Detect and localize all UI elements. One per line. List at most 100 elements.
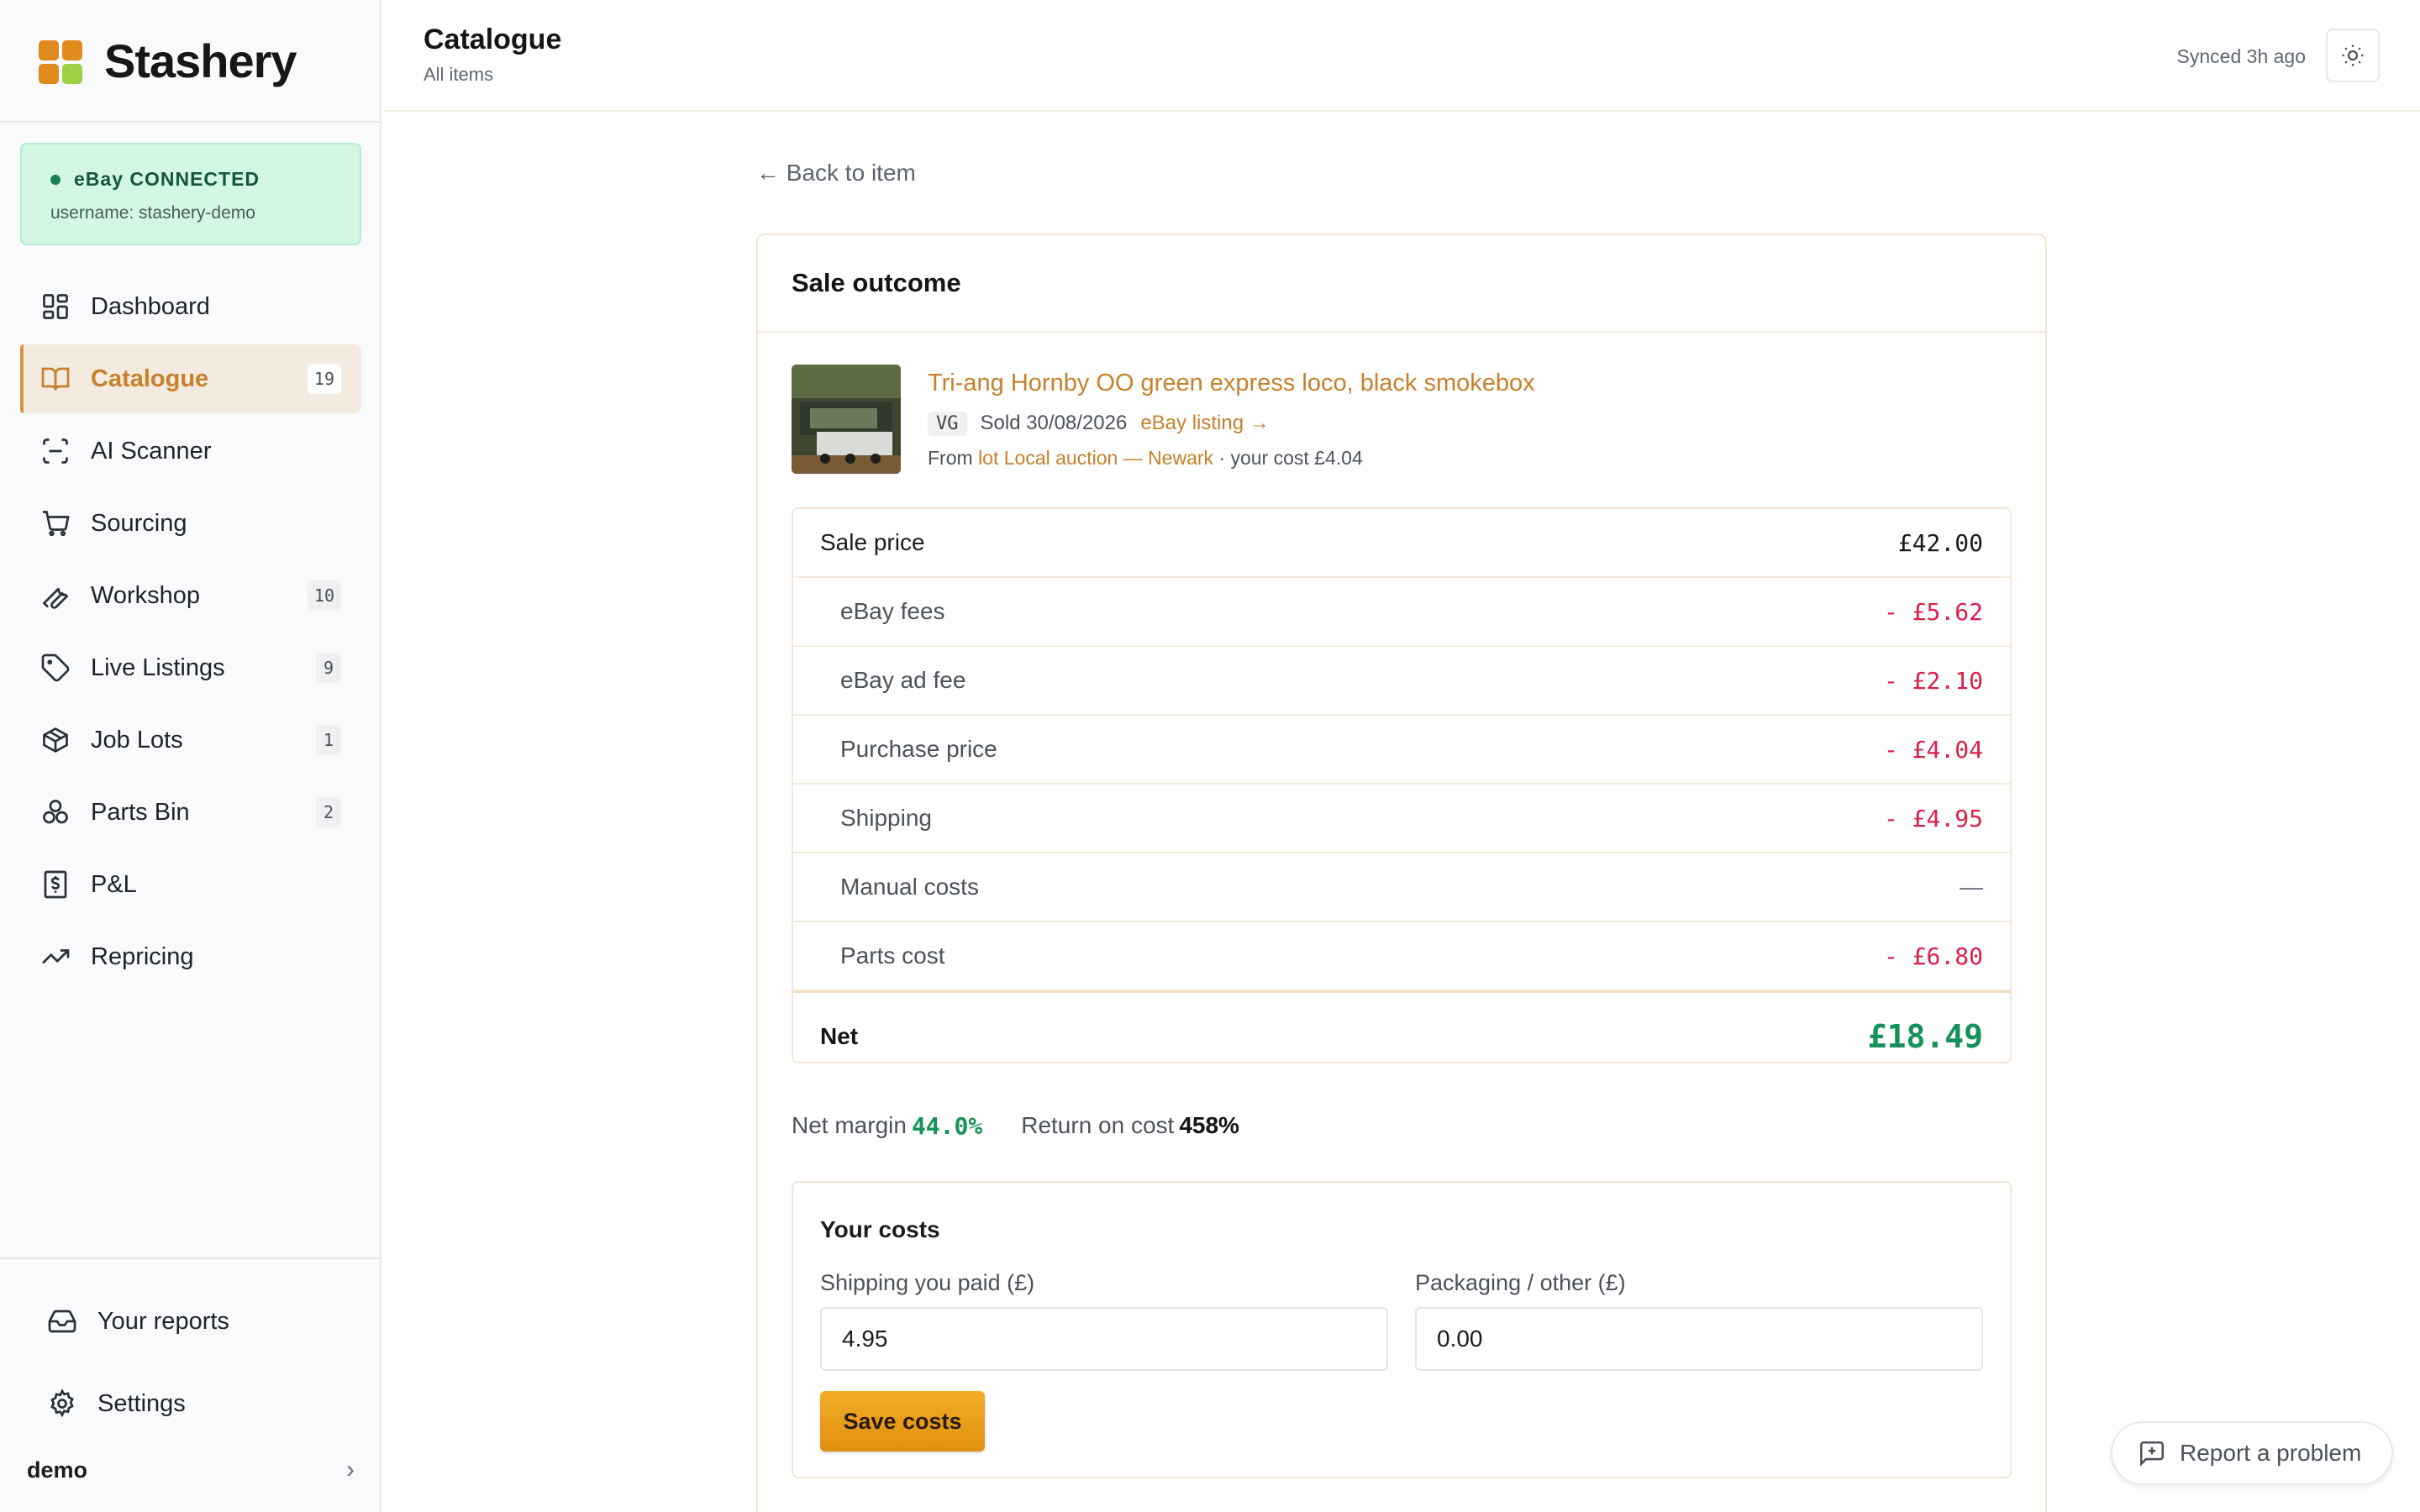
logo-icon	[34, 35, 84, 86]
count-badge: 19	[307, 364, 341, 394]
costs-title: Your costs	[820, 1216, 940, 1242]
user-menu[interactable]: demo ›	[27, 1453, 355, 1487]
net-margin-value: 44.0%	[911, 1112, 983, 1140]
ledger-row-purchase-price: Purchase price - £4.04	[793, 716, 2010, 785]
sidebar-item-repricing[interactable]: Repricing	[20, 922, 361, 991]
card-title: Sale outcome	[758, 235, 2045, 333]
item-meta: VG Sold 30/08/2026 eBay listing →	[928, 408, 1270, 438]
ledger-table: Sale price £42.00 eBay fees - £5.62 eBay…	[792, 507, 2012, 1063]
report-problem-button[interactable]: Report a problem	[2111, 1421, 2393, 1485]
ledger-row-net: Net £18.49	[793, 991, 2010, 1062]
save-costs-button[interactable]: Save costs	[820, 1391, 985, 1452]
sidebar-item-workshop[interactable]: Workshop 10	[20, 561, 361, 630]
sidebar-item-label: P&L	[91, 870, 137, 898]
ledger-label: Shipping	[840, 805, 932, 831]
sidebar-item-label: Repricing	[91, 942, 194, 970]
ledger-row-parts-cost: Parts cost - £6.80	[793, 922, 2010, 991]
sold-date: Sold 30/08/2026	[980, 412, 1128, 434]
book-icon	[40, 364, 71, 394]
sidebar-item-sourcing[interactable]: Sourcing	[20, 489, 361, 558]
sidebar-item-catalogue[interactable]: Catalogue 19	[20, 344, 361, 413]
parts-icon	[40, 797, 71, 827]
item-title-link[interactable]: Tri-ang Hornby OO green express loco, bl…	[928, 370, 1535, 397]
ledger-row-ebay-ad-fee: eBay ad fee - £2.10	[793, 647, 2010, 716]
ebay-listing-link[interactable]: eBay listing →	[1140, 412, 1269, 435]
ebay-username: username: stashery-demo	[50, 203, 255, 223]
lot-link[interactable]: lot Local auction — Newark	[978, 447, 1213, 469]
item-thumbnail[interactable]	[792, 365, 901, 474]
net-value: £18.49	[1867, 1018, 1983, 1055]
sidebar-item-label: Sourcing	[91, 509, 187, 537]
ledger-value: - £4.95	[1883, 804, 1983, 832]
sun-icon	[2342, 45, 2364, 66]
sidebar-item-live-listings[interactable]: Live Listings 9	[20, 633, 361, 702]
sidebar-item-label: Dashboard	[91, 292, 210, 320]
return-on-cost-value: 458%	[1179, 1112, 1239, 1138]
ledger-value: - £6.80	[1883, 942, 1983, 970]
sidebar-item-label: Workshop	[91, 581, 201, 609]
net-label: Net	[820, 1023, 859, 1049]
packaging-label: Packaging / other (£)	[1415, 1270, 1626, 1295]
sale-outcome-card: Sale outcome Tri-ang Hornby OO green exp…	[756, 234, 2047, 1512]
sidebar-item-dashboard[interactable]: Dashboard	[20, 272, 361, 341]
return-on-cost-label: Return on cost	[1021, 1112, 1175, 1138]
dashboard-icon	[40, 291, 71, 322]
sidebar-item-job-lots[interactable]: Job Lots 1	[20, 706, 361, 774]
sidebar-item-label: Your reports	[97, 1307, 229, 1335]
item-source: From lot Local auction — Newark · your c…	[928, 447, 1363, 470]
shipping-label: Shipping you paid (£)	[820, 1270, 1035, 1295]
net-margin-label: Net margin	[792, 1112, 907, 1138]
ratios: Net margin 44.0% Return on cost 458%	[792, 1112, 1239, 1140]
top-bar: Catalogue All items Synced 3h ago	[383, 0, 2420, 112]
sidebar-item-ai-scanner[interactable]: AI Scanner	[20, 417, 361, 486]
ledger-label: eBay fees	[840, 598, 945, 624]
sidebar-nav: Dashboard Catalogue 19 AI Scanner Sourci…	[20, 272, 361, 995]
tag-icon	[40, 653, 71, 683]
sidebar-item-settings[interactable]: Settings	[20, 1368, 361, 1440]
your-costs-panel: Your costs Shipping you paid (£) Packagi…	[792, 1181, 2012, 1478]
ledger-label: eBay ad fee	[840, 667, 966, 693]
packaging-other-input[interactable]	[1415, 1307, 1983, 1371]
ledger-row-ebay-fees: eBay fees - £5.62	[793, 578, 2010, 647]
theme-toggle-button[interactable]	[2326, 29, 2380, 82]
ledger-row-manual-costs: Manual costs —	[793, 853, 2010, 922]
gear-icon	[47, 1389, 77, 1419]
app-name: Stashery	[104, 34, 297, 87]
sidebar-item-your-reports[interactable]: Your reports	[20, 1285, 361, 1357]
user-name: demo	[27, 1457, 88, 1483]
sidebar-item-pl[interactable]: P&L	[20, 850, 361, 919]
brand[interactable]: Stashery	[34, 30, 297, 91]
ebay-connection-card: eBay CONNECTED username: stashery-demo	[20, 143, 361, 245]
wrench-icon	[40, 580, 71, 611]
ledger-row-sale-price: Sale price £42.00	[793, 509, 2010, 578]
sidebar-item-label: Catalogue	[91, 365, 209, 392]
count-badge: 1	[316, 725, 341, 755]
item-summary: Tri-ang Hornby OO green express loco, bl…	[792, 365, 2010, 474]
report-icon	[2139, 1441, 2165, 1467]
ledger-label: Purchase price	[840, 736, 997, 762]
ledger-value: - £4.04	[1883, 735, 1983, 764]
sidebar-item-label: Parts Bin	[91, 798, 190, 826]
ledger-label: Manual costs	[840, 874, 979, 900]
ledger-value: - £2.10	[1883, 666, 1983, 695]
sidebar-item-label: Job Lots	[91, 726, 183, 753]
sidebar-footer-nav: Your reports Settings	[20, 1285, 361, 1450]
count-badge: 10	[307, 580, 341, 611]
trend-icon	[40, 942, 71, 972]
back-to-item-link[interactable]: ← Back to item	[756, 160, 916, 186]
package-icon	[40, 725, 71, 755]
inbox-icon	[47, 1306, 77, 1336]
sync-status: Synced 3h ago	[2176, 45, 2306, 67]
ledger-label: Sale price	[820, 529, 925, 555]
sidebar-item-parts-bin[interactable]: Parts Bin 2	[20, 778, 361, 847]
ebay-status: eBay CONNECTED	[74, 168, 260, 190]
chevron-right-icon: ›	[346, 1456, 355, 1483]
ledger-value: £42.00	[1897, 528, 1983, 557]
grade-badge: VG	[928, 411, 967, 436]
sidebar-item-label: Settings	[97, 1389, 186, 1417]
shipping-paid-input[interactable]	[820, 1307, 1388, 1371]
ledger-value: —	[1960, 874, 1983, 900]
count-badge: 2	[316, 797, 341, 827]
page-title: Catalogue	[424, 24, 562, 55]
divider	[0, 121, 380, 123]
